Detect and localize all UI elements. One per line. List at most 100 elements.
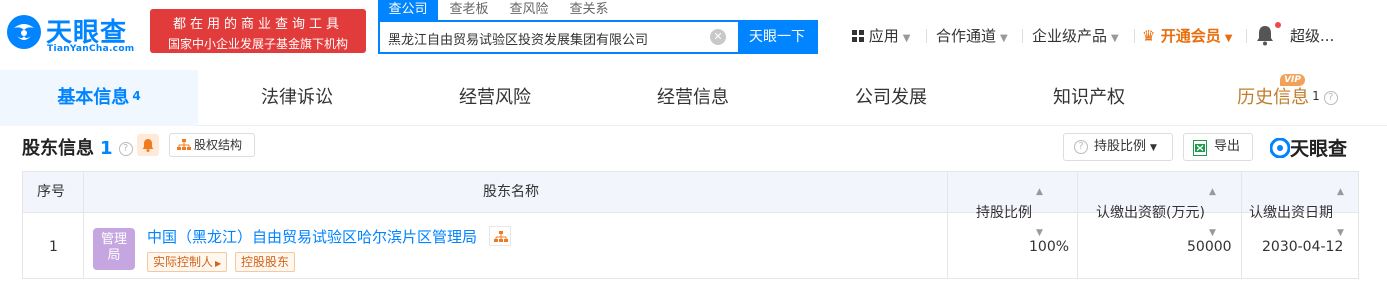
tab-basic-info[interactable]: 基本信息 4 — [0, 70, 198, 126]
tab-label: 知识产权 — [1053, 87, 1125, 108]
nav-divider — [926, 29, 927, 43]
vip-badge: VIP — [1280, 74, 1305, 86]
crown-icon: ♛ — [1142, 27, 1156, 45]
col-ratio-label: 持股比例 — [976, 205, 1032, 221]
nav-channel-label: 合作通道 — [936, 27, 997, 45]
tab-history[interactable]: 历史信息 1? VIP — [1188, 70, 1387, 126]
tab-business-info[interactable]: 经营信息 — [594, 70, 792, 126]
help-icon[interactable]: ? — [118, 142, 133, 156]
tianyancha-logo[interactable]: 天眼查 TianYanCha.com — [6, 8, 146, 58]
caret-down-icon: ▼ — [1150, 143, 1157, 153]
caret-down-icon: ▼ — [1111, 33, 1119, 44]
search-input[interactable] — [388, 28, 708, 48]
caret-down-icon: ▼ — [1000, 33, 1008, 44]
tab-count: 4 — [132, 89, 141, 103]
section-tabs: 基本信息 4 法律诉讼 经营风险 经营信息 公司发展 知识产权 历史信息 1? VI… — [0, 70, 1387, 126]
tab-label: 经营风险 — [459, 87, 531, 108]
shareholder-section: 股东信息 1? 股权结构 ? 持股比例 ▼ 导出 天眼查 序号 股东名称 持股比… — [0, 126, 1387, 294]
search-tab-relation[interactable]: 查关系 — [560, 0, 618, 20]
nav-divider — [1022, 29, 1023, 43]
tab-ip[interactable]: 知识产权 — [990, 70, 1188, 126]
search-button[interactable]: 天眼一下 — [738, 22, 816, 52]
logo-mark-icon — [1269, 137, 1291, 159]
equity-structure-label: 股权结构 — [194, 138, 243, 152]
promo-line-1: 都在用的商业查询工具 — [172, 17, 343, 32]
tag-controlling-shareholder: 控股股东 — [235, 252, 296, 272]
caret-down-icon: ▼ — [1224, 33, 1233, 44]
search-tab-company[interactable]: 查公司 — [378, 0, 438, 20]
holding-ratio-filter[interactable]: ? 持股比例 ▼ — [1063, 133, 1173, 161]
caret-down-icon: ▼ — [902, 33, 911, 44]
tab-label: 历史信息 — [1237, 87, 1310, 108]
col-amount[interactable]: 认缴出资额(万元)▲ ▼ — [1096, 172, 1216, 238]
caret-right-icon: ▶ — [215, 259, 222, 268]
column-divider — [1241, 172, 1242, 278]
nav-divider — [1246, 29, 1247, 43]
row-amount: 50000 — [1187, 239, 1232, 255]
nav-apps[interactable]: 应用 ▼ — [852, 26, 911, 46]
col-holder-name: 股东名称 — [483, 184, 539, 200]
watermark-text: 天眼查 — [1290, 138, 1348, 160]
column-divider — [83, 172, 84, 278]
tag-label: 控股股东 — [241, 255, 290, 269]
org-chart-icon — [177, 139, 191, 150]
holding-ratio-label: 持股比例 — [1094, 139, 1147, 154]
excel-icon — [1193, 140, 1207, 156]
tag-label: 实际控制人 — [153, 255, 214, 269]
col-ratio[interactable]: 持股比例▲ ▼ — [976, 172, 1043, 238]
table-header: 序号 股东名称 持股比例▲ ▼ 认缴出资额(万元)▲ ▼ 认缴出资日期▲ ▼ — [23, 172, 1358, 238]
nav-divider — [1134, 29, 1135, 43]
nav-apps-label: 应用 — [868, 27, 899, 45]
holder-structure-button[interactable] — [489, 226, 511, 246]
tab-business-risk[interactable]: 经营风险 — [396, 70, 594, 126]
export-label: 导出 — [1214, 139, 1241, 154]
holder-avatar: 管理局 — [93, 228, 135, 270]
nav-enterprise[interactable]: 企业级产品 ▼ — [1032, 26, 1119, 46]
tab-development[interactable]: 公司发展 — [792, 70, 990, 126]
col-date-label: 认缴出资日期 — [1249, 205, 1333, 221]
bell-icon — [142, 139, 154, 152]
nav-user[interactable]: 超级... — [1290, 26, 1334, 46]
top-header: 天眼查 TianYanCha.com 都在用的商业查询工具 国家中小企业发展子基… — [0, 0, 1387, 70]
tab-count: 1 — [1312, 89, 1320, 103]
search-tab-boss[interactable]: 查老板 — [440, 0, 498, 20]
logo-mark-icon — [7, 15, 41, 49]
section-title: 股东信息 1? — [22, 134, 133, 160]
section-title-text: 股东信息 — [22, 138, 94, 159]
row-ratio: 100% — [1029, 239, 1070, 255]
promo-line-2: 国家中小企业发展子基金旗下机构 — [167, 37, 348, 51]
search-tab-risk[interactable]: 查风险 — [500, 0, 558, 20]
tab-label: 公司发展 — [855, 87, 927, 108]
help-icon[interactable]: ? — [1323, 91, 1338, 105]
apps-grid-icon — [852, 27, 864, 42]
col-date[interactable]: 认缴出资日期▲ ▼ — [1249, 172, 1344, 238]
notification-bell-icon[interactable] — [1256, 24, 1274, 46]
tab-label: 经营信息 — [657, 87, 729, 108]
nav-enterprise-label: 企业级产品 — [1032, 27, 1108, 45]
nav-vip[interactable]: ♛ 开通会员 ▼ — [1142, 26, 1232, 46]
nav-user-label: 超级... — [1290, 27, 1335, 45]
promo-banner[interactable]: 都在用的商业查询工具 国家中小企业发展子基金旗下机构 — [150, 9, 366, 53]
holder-avatar-text: 管理局 — [100, 232, 127, 263]
tab-legal[interactable]: 法律诉讼 — [198, 70, 396, 126]
tab-label: 基本信息 — [57, 87, 130, 108]
org-chart-icon — [494, 231, 508, 242]
search-box: ✕ 天眼一下 — [378, 20, 818, 54]
row-index: 1 — [49, 239, 58, 255]
clear-icon[interactable]: ✕ — [710, 29, 726, 45]
export-button[interactable]: 导出 — [1183, 133, 1253, 161]
row-date: 2030-04-12 — [1262, 239, 1344, 255]
monitor-bell-button[interactable] — [137, 134, 159, 156]
shareholder-table: 序号 股东名称 持股比例▲ ▼ 认缴出资额(万元)▲ ▼ 认缴出资日期▲ ▼ 1 管理… — [22, 171, 1359, 279]
section-count: 1 — [100, 138, 113, 159]
help-icon: ? — [1074, 140, 1088, 154]
holder-name-link[interactable]: 中国（黑龙江）自由贸易试验区哈尔滨片区管理局 — [147, 226, 477, 247]
notification-dot — [1275, 22, 1281, 28]
nav-vip-label: 开通会员 — [1160, 27, 1221, 45]
equity-structure-button[interactable]: 股权结构 — [169, 133, 255, 157]
tag-actual-controller[interactable]: 实际控制人 ▶ — [147, 252, 228, 272]
tab-label: 法律诉讼 — [261, 87, 333, 108]
brand-domain: TianYanCha.com — [47, 44, 135, 54]
col-index: 序号 — [37, 184, 65, 200]
nav-channel[interactable]: 合作通道 ▼ — [936, 26, 1008, 46]
